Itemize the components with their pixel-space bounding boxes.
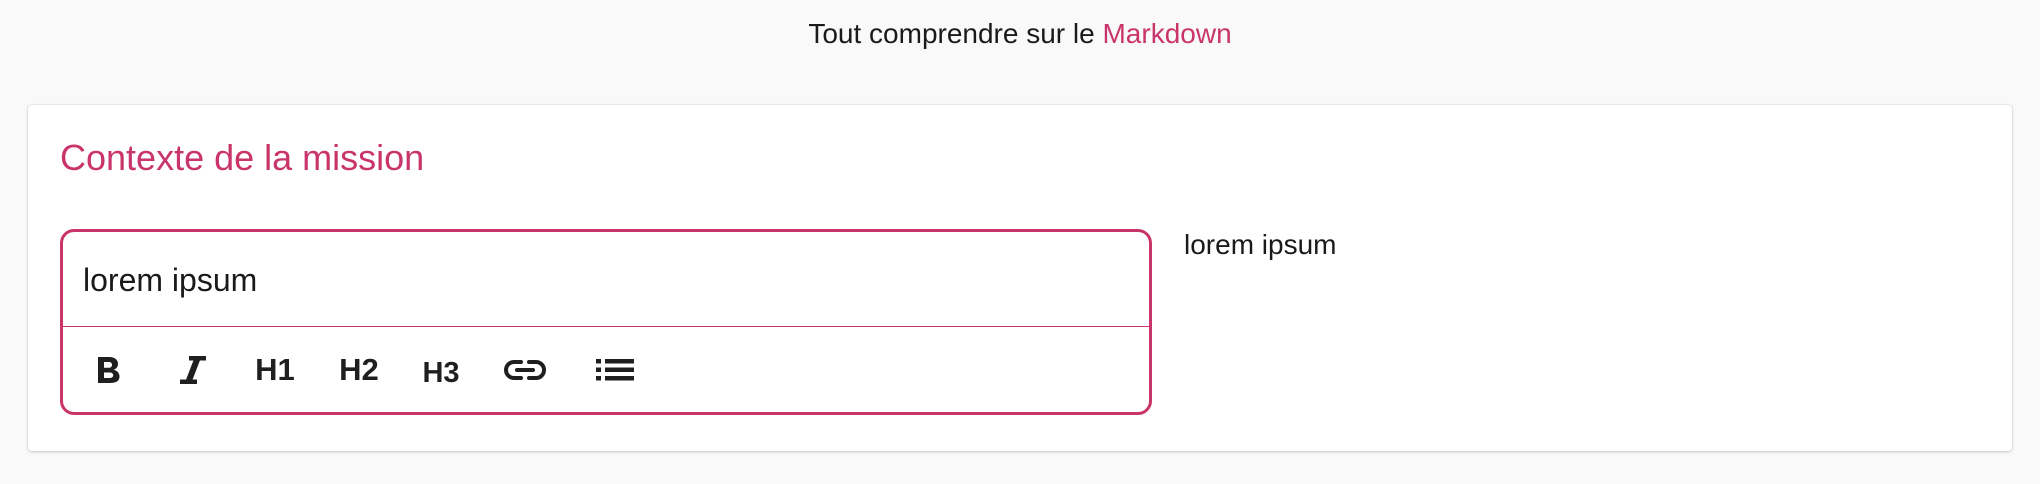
markdown-editor: lorem ipsum H1 H2 H3: [60, 229, 1152, 415]
section-title: Contexte de la mission: [60, 137, 425, 178]
editor-textarea[interactable]: lorem ipsum: [83, 260, 1123, 300]
editor-toolbar: H1 H2 H3: [63, 328, 1149, 412]
editor-divider: [63, 326, 1149, 327]
page: Tout comprendre sur le Markdown Contexte…: [0, 0, 2040, 484]
markdown-preview: lorem ipsum: [1184, 229, 1337, 260]
link-icon: [504, 360, 546, 380]
markdown-help-link[interactable]: Markdown: [1102, 18, 1231, 49]
italic-icon: [180, 356, 206, 384]
italic-button[interactable]: [165, 346, 221, 394]
markdown-help-line: Tout comprendre sur le Markdown: [0, 16, 2040, 52]
bulleted-list-icon: [596, 359, 634, 381]
bulleted-list-button[interactable]: [587, 346, 643, 394]
link-button[interactable]: [497, 346, 553, 394]
bold-icon: [98, 357, 120, 383]
heading-2-button[interactable]: H2: [331, 346, 387, 394]
heading-3-button[interactable]: H3: [413, 349, 469, 397]
help-text: Tout comprendre sur le: [808, 18, 1095, 49]
heading-1-button[interactable]: H1: [247, 346, 303, 394]
mission-context-card: Contexte de la mission lorem ipsum H1 H2…: [28, 105, 2012, 451]
bold-button[interactable]: [80, 346, 136, 394]
